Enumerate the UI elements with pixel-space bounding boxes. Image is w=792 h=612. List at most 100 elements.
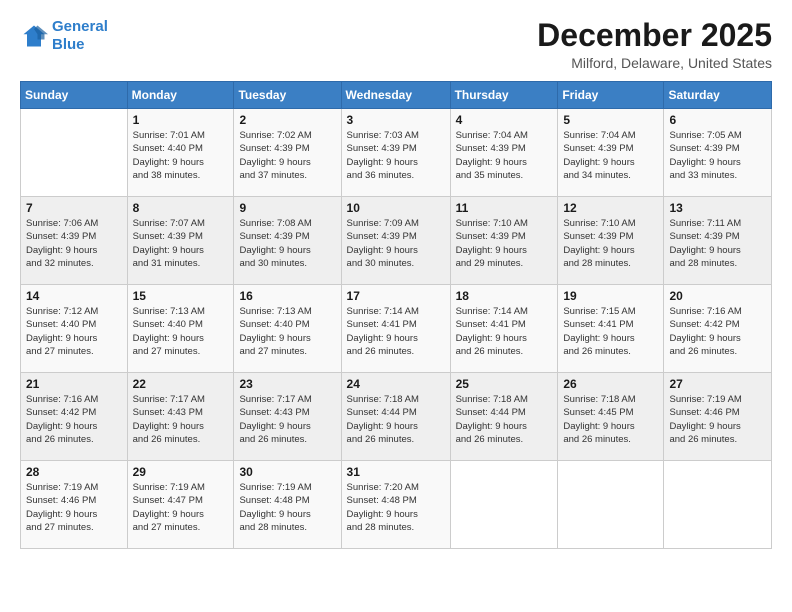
day-number: 14 — [26, 289, 122, 303]
logo-line2: Blue — [52, 36, 85, 53]
calendar-day-header-monday: Monday — [127, 82, 234, 109]
calendar-day-header-friday: Friday — [558, 82, 664, 109]
calendar-cell: 27Sunrise: 7:19 AM Sunset: 4:46 PM Dayli… — [664, 373, 772, 461]
calendar-cell — [558, 461, 664, 549]
header: General Blue December 2025 Milford, Dela… — [20, 18, 772, 71]
calendar-cell: 7 Sunrise: 7:06 AM Sunset: 4:39 PM Daylig… — [21, 197, 128, 285]
day-number: 5 — [563, 113, 658, 127]
day-info: Sunrise: 7:16 AM Sunset: 4:42 PM Dayligh… — [669, 305, 766, 358]
calendar-cell: 19 Sunrise: 7:15 AM Sunset: 4:41 PM Dayli… — [558, 285, 664, 373]
day-number: 26 — [563, 377, 658, 391]
day-info: Sunrise: 7:08 AM Sunset: 4:39 PM Dayligh… — [239, 217, 335, 270]
day-number: 31 — [347, 465, 445, 479]
calendar-cell: 31 Sunrise: 7:20 AM Sunset: 4:48 PM Dayli… — [341, 461, 450, 549]
day-info: Sunrise: 7:06 AM Sunset: 4:39 PM Dayligh… — [26, 217, 122, 270]
day-info: Sunrise: 7:07 AM Sunset: 4:39 PM Dayligh… — [133, 217, 229, 270]
day-number: 18 — [456, 289, 553, 303]
calendar-cell: 22Sunrise: 7:17 AM Sunset: 4:43 PM Dayli… — [127, 373, 234, 461]
day-number: 7 — [26, 201, 122, 215]
calendar-day-header-wednesday: Wednesday — [341, 82, 450, 109]
day-info: Sunrise: 7:18 AM Sunset: 4:45 PM Dayligh… — [563, 393, 658, 446]
calendar-cell: 4Sunrise: 7:04 AM Sunset: 4:39 PM Daylig… — [450, 109, 558, 197]
logo-text: General Blue — [52, 18, 108, 54]
calendar-cell: 3 Sunrise: 7:03 AM Sunset: 4:39 PM Daylig… — [341, 109, 450, 197]
day-number: 2 — [239, 113, 335, 127]
day-number: 21 — [26, 377, 122, 391]
calendar-cell: 9 Sunrise: 7:08 AM Sunset: 4:39 PM Daylig… — [234, 197, 341, 285]
day-info: Sunrise: 7:03 AM Sunset: 4:39 PM Dayligh… — [347, 129, 445, 182]
calendar-cell: 12Sunrise: 7:10 AM Sunset: 4:39 PM Dayli… — [558, 197, 664, 285]
subtitle: Milford, Delaware, United States — [537, 55, 772, 71]
calendar-day-header-thursday: Thursday — [450, 82, 558, 109]
day-info: Sunrise: 7:19 AM Sunset: 4:46 PM Dayligh… — [26, 481, 122, 534]
calendar-day-header-saturday: Saturday — [664, 82, 772, 109]
day-info: Sunrise: 7:10 AM Sunset: 4:39 PM Dayligh… — [456, 217, 553, 270]
day-info: Sunrise: 7:04 AM Sunset: 4:39 PM Dayligh… — [563, 129, 658, 182]
day-info: Sunrise: 7:18 AM Sunset: 4:44 PM Dayligh… — [456, 393, 553, 446]
calendar-cell: 30Sunrise: 7:19 AM Sunset: 4:48 PM Dayli… — [234, 461, 341, 549]
day-number: 29 — [133, 465, 229, 479]
calendar-cell: 1Sunrise: 7:01 AM Sunset: 4:40 PM Daylig… — [127, 109, 234, 197]
main-title: December 2025 — [537, 18, 772, 53]
calendar-cell: 16 Sunrise: 7:13 AM Sunset: 4:40 PM Dayli… — [234, 285, 341, 373]
calendar-cell: 26 Sunrise: 7:18 AM Sunset: 4:45 PM Dayli… — [558, 373, 664, 461]
calendar-cell — [21, 109, 128, 197]
day-number: 15 — [133, 289, 229, 303]
day-info: Sunrise: 7:17 AM Sunset: 4:43 PM Dayligh… — [133, 393, 229, 446]
day-info: Sunrise: 7:11 AM Sunset: 4:39 PM Dayligh… — [669, 217, 766, 270]
calendar-week-row: 21Sunrise: 7:16 AM Sunset: 4:42 PM Dayli… — [21, 373, 772, 461]
day-number: 28 — [26, 465, 122, 479]
day-info: Sunrise: 7:20 AM Sunset: 4:48 PM Dayligh… — [347, 481, 445, 534]
day-info: Sunrise: 7:05 AM Sunset: 4:39 PM Dayligh… — [669, 129, 766, 182]
day-number: 3 — [347, 113, 445, 127]
day-number: 13 — [669, 201, 766, 215]
day-info: Sunrise: 7:10 AM Sunset: 4:39 PM Dayligh… — [563, 217, 658, 270]
title-block: December 2025 Milford, Delaware, United … — [537, 18, 772, 71]
calendar-cell: 13 Sunrise: 7:11 AM Sunset: 4:39 PM Dayli… — [664, 197, 772, 285]
day-info: Sunrise: 7:17 AM Sunset: 4:43 PM Dayligh… — [239, 393, 335, 446]
calendar-cell: 10 Sunrise: 7:09 AM Sunset: 4:39 PM Dayli… — [341, 197, 450, 285]
calendar-cell: 18 Sunrise: 7:14 AM Sunset: 4:41 PM Dayli… — [450, 285, 558, 373]
calendar-cell: 24 Sunrise: 7:18 AM Sunset: 4:44 PM Dayli… — [341, 373, 450, 461]
day-number: 6 — [669, 113, 766, 127]
calendar-day-header-sunday: Sunday — [21, 82, 128, 109]
day-info: Sunrise: 7:12 AM Sunset: 4:40 PM Dayligh… — [26, 305, 122, 358]
day-number: 23 — [239, 377, 335, 391]
day-number: 10 — [347, 201, 445, 215]
day-info: Sunrise: 7:14 AM Sunset: 4:41 PM Dayligh… — [347, 305, 445, 358]
day-info: Sunrise: 7:09 AM Sunset: 4:39 PM Dayligh… — [347, 217, 445, 270]
calendar-cell: 8Sunrise: 7:07 AM Sunset: 4:39 PM Daylig… — [127, 197, 234, 285]
day-number: 20 — [669, 289, 766, 303]
calendar-cell: 2 Sunrise: 7:02 AM Sunset: 4:39 PM Daylig… — [234, 109, 341, 197]
day-number: 19 — [563, 289, 658, 303]
day-number: 24 — [347, 377, 445, 391]
day-number: 4 — [456, 113, 553, 127]
day-info: Sunrise: 7:02 AM Sunset: 4:39 PM Dayligh… — [239, 129, 335, 182]
calendar-table: SundayMondayTuesdayWednesdayThursdayFrid… — [20, 81, 772, 549]
day-info: Sunrise: 7:13 AM Sunset: 4:40 PM Dayligh… — [133, 305, 229, 358]
day-info: Sunrise: 7:14 AM Sunset: 4:41 PM Dayligh… — [456, 305, 553, 358]
calendar-cell — [664, 461, 772, 549]
day-info: Sunrise: 7:15 AM Sunset: 4:41 PM Dayligh… — [563, 305, 658, 358]
day-info: Sunrise: 7:19 AM Sunset: 4:48 PM Dayligh… — [239, 481, 335, 534]
day-number: 9 — [239, 201, 335, 215]
calendar-cell: 28 Sunrise: 7:19 AM Sunset: 4:46 PM Dayli… — [21, 461, 128, 549]
calendar-header-row: SundayMondayTuesdayWednesdayThursdayFrid… — [21, 82, 772, 109]
day-number: 17 — [347, 289, 445, 303]
calendar-cell: 11Sunrise: 7:10 AM Sunset: 4:39 PM Dayli… — [450, 197, 558, 285]
logo-line1: General — [52, 18, 108, 35]
calendar-cell: 23 Sunrise: 7:17 AM Sunset: 4:43 PM Dayli… — [234, 373, 341, 461]
day-number: 25 — [456, 377, 553, 391]
logo: General Blue — [20, 18, 108, 54]
day-info: Sunrise: 7:13 AM Sunset: 4:40 PM Dayligh… — [239, 305, 335, 358]
calendar-week-row: 28 Sunrise: 7:19 AM Sunset: 4:46 PM Dayli… — [21, 461, 772, 549]
calendar-cell: 17 Sunrise: 7:14 AM Sunset: 4:41 PM Dayli… — [341, 285, 450, 373]
calendar-week-row: 7 Sunrise: 7:06 AM Sunset: 4:39 PM Daylig… — [21, 197, 772, 285]
day-info: Sunrise: 7:19 AM Sunset: 4:46 PM Dayligh… — [669, 393, 766, 446]
calendar-cell: 29Sunrise: 7:19 AM Sunset: 4:47 PM Dayli… — [127, 461, 234, 549]
calendar-cell: 21Sunrise: 7:16 AM Sunset: 4:42 PM Dayli… — [21, 373, 128, 461]
calendar-cell: 14 Sunrise: 7:12 AM Sunset: 4:40 PM Dayli… — [21, 285, 128, 373]
day-number: 16 — [239, 289, 335, 303]
day-info: Sunrise: 7:01 AM Sunset: 4:40 PM Dayligh… — [133, 129, 229, 182]
day-info: Sunrise: 7:18 AM Sunset: 4:44 PM Dayligh… — [347, 393, 445, 446]
